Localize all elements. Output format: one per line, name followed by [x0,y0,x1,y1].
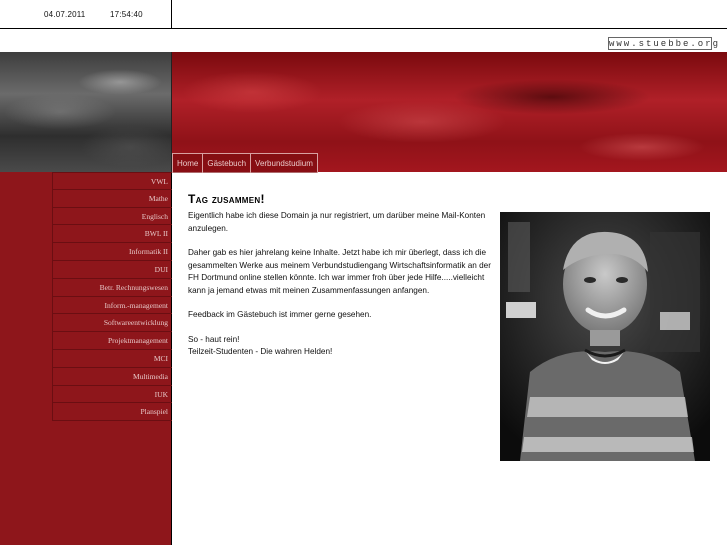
sidebar-item-multimedia[interactable]: Multimedia [52,367,172,386]
header-image-left [0,52,172,172]
nav-item-guestbook[interactable]: Gästebuch [202,153,251,173]
intro-paragraph: Eigentlich habe ich diese Domain ja nur … [188,211,486,233]
feedback-paragraph: Feedback im Gästebuch ist immer gerne ge… [188,310,372,319]
sidebar-item-dui[interactable]: DUI [52,260,172,279]
body-paragraph: Daher gab es hier jahrelang keine Inhalt… [188,248,491,295]
profile-photo [500,212,710,461]
sidebar-item-bwl-ii[interactable]: BWL II [52,225,172,244]
current-date: 04.07.2011 [44,10,86,19]
site-url-badge[interactable]: www.stuebbe.org [608,37,718,50]
nav-item-home[interactable]: Home [172,153,203,173]
page-title: Tag zusammen! [188,192,265,206]
closing-line: So - haut rein! [188,334,240,344]
datetime-box: 04.07.2011 17:54:40 [0,0,172,28]
sidebar-item-planspiel[interactable]: Planspiel [52,403,172,422]
sidebar-item-iuk[interactable]: IUK [52,385,172,404]
current-time: 17:54:40 [110,10,143,19]
nav-item-verbundstudium[interactable]: Verbundstudium [250,153,318,173]
sidebar-item-mci[interactable]: MCI [52,349,172,368]
sidebar-menu: VWL Mathe Englisch BWL II Informatik II … [52,172,172,422]
sidebar-item-vwl[interactable]: VWL [52,172,172,190]
sidebar-item-softwareentwicklung[interactable]: Softwareentwicklung [52,314,172,333]
sidebar-item-informationsmanagement[interactable]: Inform.-management [52,296,172,315]
slogan-line: Teilzeit-Studenten - Die wahren Helden! [188,347,333,356]
sidebar-item-englisch[interactable]: Englisch [52,207,172,226]
portrait-image [500,212,710,461]
sidebar: VWL Mathe Englisch BWL II Informatik II … [0,172,172,545]
top-bar: 04.07.2011 17:54:40 [0,0,727,29]
main-content: Tag zusammen! Eigentlich habe ich diese … [188,192,498,371]
sidebar-item-informatik-ii[interactable]: Informatik II [52,243,172,261]
sidebar-item-projektmanagement[interactable]: Projektmanagement [52,332,172,350]
sidebar-item-rechnungswesen[interactable]: Betr. Rechnungswesen [52,278,172,297]
main-nav: Home Gästebuch Verbundstudium [172,153,318,173]
sidebar-item-mathe[interactable]: Mathe [52,189,172,208]
